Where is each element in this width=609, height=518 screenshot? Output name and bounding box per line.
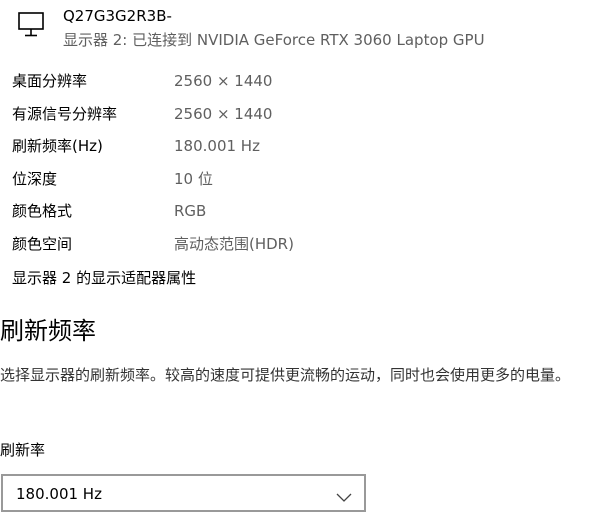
property-value: 10 位	[174, 169, 213, 188]
chevron-down-icon	[336, 488, 352, 502]
refresh-rate-selected-value: 180.001 Hz	[16, 485, 102, 503]
property-row-active-signal-resolution: 有源信号分辨率 2560 × 1440	[12, 102, 592, 135]
display-adapter-properties-link[interactable]: 显示器 2 的显示适配器属性	[12, 266, 196, 290]
property-label: 颜色空间	[12, 234, 73, 253]
monitor-icon	[17, 10, 47, 40]
property-label: 位深度	[12, 169, 58, 188]
property-label: 有源信号分辨率	[12, 104, 118, 123]
property-value: 2560 × 1440	[174, 104, 273, 123]
display-properties: 桌面分辨率 2560 × 1440 有源信号分辨率 2560 × 1440 刷新…	[12, 69, 592, 265]
monitor-connection-status: 显示器 2: 已连接到 NVIDIA GeForce RTX 3060 Lapt…	[63, 31, 485, 49]
property-value: 2560 × 1440	[174, 72, 273, 90]
property-label: 颜色格式	[12, 202, 73, 221]
property-label: 刷新频率(Hz)	[12, 137, 103, 156]
property-row-refresh-rate: 刷新频率(Hz) 180.001 Hz	[12, 134, 592, 167]
refresh-rate-description: 选择显示器的刷新频率。较高的速度可提供更流畅的运动，同时也会使用更多的电量。	[0, 366, 571, 384]
refresh-rate-label: 刷新率	[0, 441, 46, 459]
monitor-name: Q27G3G2R3B-	[63, 7, 172, 25]
property-row-desktop-resolution: 桌面分辨率 2560 × 1440	[12, 69, 592, 102]
property-value: RGB	[174, 202, 207, 221]
property-row-color-format: 颜色格式 RGB	[12, 199, 592, 232]
monitor-header: Q27G3G2R3B- 显示器 2: 已连接到 NVIDIA GeForce R…	[17, 6, 597, 52]
property-row-bit-depth: 位深度 10 位	[12, 167, 592, 200]
advanced-display-settings: Q27G3G2R3B- 显示器 2: 已连接到 NVIDIA GeForce R…	[0, 0, 609, 518]
property-value: 高动态范围(HDR)	[174, 234, 294, 253]
property-row-color-space: 颜色空间 高动态范围(HDR)	[12, 232, 592, 265]
property-label: 桌面分辨率	[12, 72, 88, 90]
property-value: 180.001 Hz	[174, 137, 260, 156]
refresh-rate-dropdown[interactable]: 180.001 Hz	[1, 474, 366, 512]
refresh-rate-section-title: 刷新频率	[0, 317, 96, 345]
